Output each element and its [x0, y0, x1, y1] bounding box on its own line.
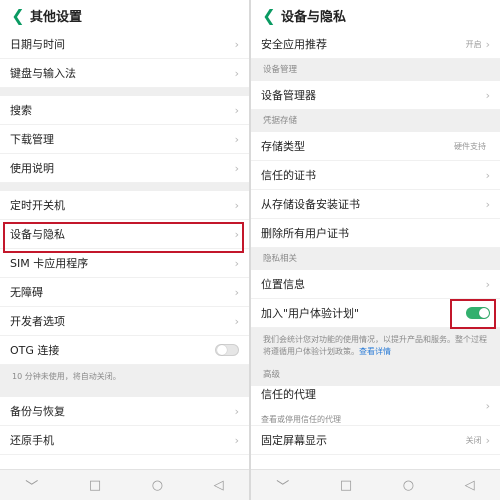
nav-down-icon[interactable]: ﹀: [25, 476, 38, 495]
back-arrow-icon[interactable]: ❮: [6, 6, 30, 25]
list-item-sim-apps[interactable]: SIM 卡应用程序 ›: [0, 249, 249, 278]
divider: [0, 88, 249, 96]
page-title: 设备与隐私: [281, 9, 347, 25]
section-header: 隐私相关: [251, 248, 500, 270]
divider: [0, 183, 249, 191]
nav-back-icon[interactable]: ◁: [465, 478, 475, 493]
chevron-right-icon: ›: [485, 277, 490, 291]
list-item-clear-certs[interactable]: 删除所有用户证书: [251, 219, 500, 248]
chevron-right-icon: ›: [234, 161, 239, 175]
ux-plan-toggle[interactable]: [466, 307, 490, 319]
device-privacy-screen: ❮ 设备与隐私 安全应用推荐 开启 › 设备管理 设备管理器 › 凭据存储 存储…: [251, 0, 500, 500]
list-item-manual[interactable]: 使用说明 ›: [0, 154, 249, 183]
nav-back-icon[interactable]: ◁: [214, 478, 224, 493]
header: ❮ 其他设置: [0, 0, 249, 30]
list-item-scheduled-power[interactable]: 定时开关机 ›: [0, 191, 249, 220]
otg-note: 10 分钟未使用，将自动关闭。: [0, 365, 249, 389]
chevron-right-icon: ›: [485, 37, 490, 51]
list-item-reset[interactable]: 还原手机 ›: [0, 426, 249, 455]
list-item-keyboard[interactable]: 键盘与输入法 ›: [0, 59, 249, 88]
chevron-right-icon: ›: [234, 103, 239, 117]
list-item-screen-pinning[interactable]: 固定屏幕显示 关闭 ›: [251, 426, 500, 455]
section-header: 凭据存储: [251, 110, 500, 132]
nav-bar: ﹀ □ ○ ◁: [0, 469, 249, 500]
list-item-accessibility[interactable]: 无障碍 ›: [0, 278, 249, 307]
divider: [0, 389, 249, 397]
nav-home-icon[interactable]: □: [340, 478, 352, 493]
chevron-right-icon: ›: [234, 433, 239, 447]
chevron-right-icon: ›: [234, 404, 239, 418]
nav-circle-icon[interactable]: ○: [152, 478, 163, 493]
chevron-right-icon: ›: [234, 314, 239, 328]
otg-toggle[interactable]: [215, 344, 239, 356]
view-details-link[interactable]: 查看详情: [359, 347, 391, 356]
other-settings-screen: ❮ 其他设置 日期与时间 › 键盘与输入法 › 搜索 › 下载管理 › 使用说明…: [0, 0, 249, 500]
dual-screenshot: ❮ 其他设置 日期与时间 › 键盘与输入法 › 搜索 › 下载管理 › 使用说明…: [0, 0, 500, 500]
list-item-backup[interactable]: 备份与恢复 ›: [0, 397, 249, 426]
chevron-right-icon: ›: [234, 285, 239, 299]
chevron-right-icon: ›: [485, 399, 490, 412]
section-header: 设备管理: [251, 59, 500, 81]
chevron-right-icon: ›: [234, 66, 239, 80]
chevron-right-icon: ›: [234, 198, 239, 212]
list-item-trusted-certs[interactable]: 信任的证书 ›: [251, 161, 500, 190]
nav-down-icon[interactable]: ﹀: [276, 476, 289, 495]
nav-circle-icon[interactable]: ○: [403, 478, 414, 493]
chevron-right-icon: ›: [485, 168, 490, 182]
list-item-download-manager[interactable]: 下载管理 ›: [0, 125, 249, 154]
list-item-trust-agents[interactable]: 信任的代理 查看或停用信任的代理 ›: [251, 386, 500, 426]
list-item-search[interactable]: 搜索 ›: [0, 96, 249, 125]
chevron-right-icon: ›: [234, 132, 239, 146]
ux-plan-note: 我们会统计您对功能的使用情况，以提升产品和服务。整个过程将遵循用户体验计划政策。…: [251, 328, 500, 364]
toggle-knob: [217, 345, 227, 355]
nav-bar: ﹀ □ ○ ◁: [251, 469, 500, 500]
list-item-storage-type: 存储类型 硬件支持: [251, 132, 500, 161]
list-item-security-app-rec[interactable]: 安全应用推荐 开启 ›: [251, 30, 500, 59]
chevron-right-icon: ›: [485, 433, 490, 447]
chevron-right-icon: ›: [234, 37, 239, 51]
list-item-otg[interactable]: OTG 连接: [0, 336, 249, 365]
chevron-right-icon: ›: [485, 88, 490, 102]
list-item-location[interactable]: 位置信息 ›: [251, 270, 500, 299]
back-arrow-icon[interactable]: ❮: [257, 6, 281, 25]
list-item-device-privacy[interactable]: 设备与隐私 ›: [0, 220, 249, 249]
chevron-right-icon: ›: [234, 256, 239, 270]
chevron-right-icon: ›: [485, 197, 490, 211]
page-title: 其他设置: [30, 9, 83, 25]
section-header: 高级: [251, 364, 500, 386]
list-item-ux-plan[interactable]: 加入"用户体验计划": [251, 299, 500, 328]
nav-home-icon[interactable]: □: [89, 478, 101, 493]
list-item-install-cert[interactable]: 从存储设备安装证书 ›: [251, 190, 500, 219]
list-item-device-manager[interactable]: 设备管理器 ›: [251, 81, 500, 110]
chevron-right-icon: ›: [234, 227, 239, 241]
header: ❮ 设备与隐私: [251, 0, 500, 30]
toggle-knob: [479, 308, 489, 318]
list-item-developer-options[interactable]: 开发者选项 ›: [0, 307, 249, 336]
list-item-date-time[interactable]: 日期与时间 ›: [0, 30, 249, 59]
